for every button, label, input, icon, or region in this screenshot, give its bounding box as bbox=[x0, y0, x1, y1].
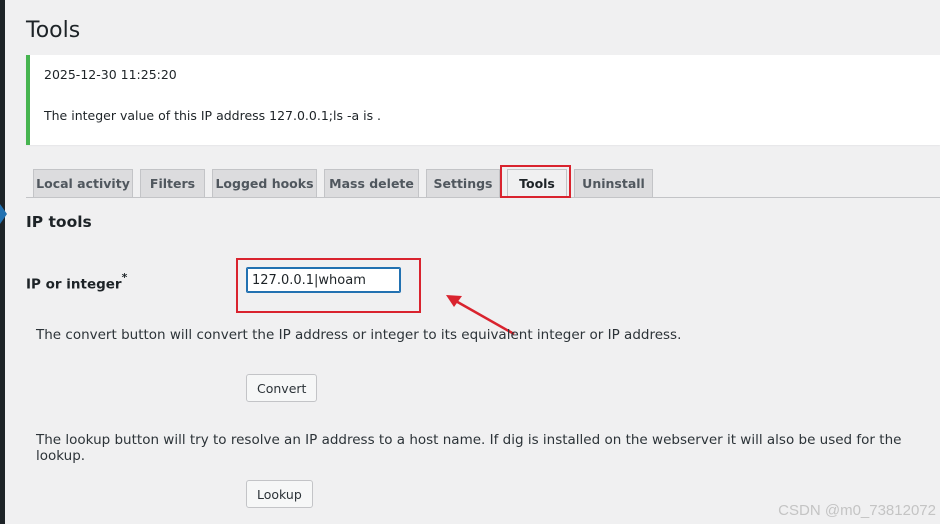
required-mark: * bbox=[121, 271, 128, 284]
admin-sidebar-edge bbox=[0, 0, 5, 524]
convert-button[interactable]: Convert bbox=[246, 374, 318, 402]
ip-field-label: IP or integer* bbox=[26, 271, 128, 293]
lookup-button[interactable]: Lookup bbox=[246, 480, 313, 508]
tab-mass-delete[interactable]: Mass delete bbox=[324, 169, 419, 197]
section-heading: IP tools bbox=[26, 213, 92, 231]
sidebar-current-indicator bbox=[0, 204, 7, 224]
tab-settings[interactable]: Settings bbox=[426, 169, 500, 197]
annotation-box-tools-tab bbox=[500, 165, 571, 198]
tab-uninstall[interactable]: Uninstall bbox=[574, 169, 653, 197]
tab-bar bbox=[26, 197, 940, 198]
annotation-box-input bbox=[236, 258, 421, 313]
ip-field-label-text: IP or integer bbox=[26, 276, 122, 293]
tab-local-activity[interactable]: Local activity bbox=[33, 169, 133, 197]
notice-message: The integer value of this IP address 127… bbox=[44, 108, 382, 123]
success-notice: 2025-12-30 11:25:20 The integer value of… bbox=[26, 55, 940, 145]
tab-filters[interactable]: Filters bbox=[140, 169, 205, 197]
notice-timestamp: 2025-12-30 11:25:20 bbox=[44, 67, 177, 82]
tab-logged-hooks[interactable]: Logged hooks bbox=[212, 169, 317, 197]
page-title: Tools bbox=[26, 18, 81, 43]
lookup-description: The lookup button will try to resolve an… bbox=[36, 432, 902, 464]
watermark: CSDN @m0_73812072 bbox=[778, 502, 936, 519]
convert-description: The convert button will convert the IP a… bbox=[36, 327, 682, 343]
